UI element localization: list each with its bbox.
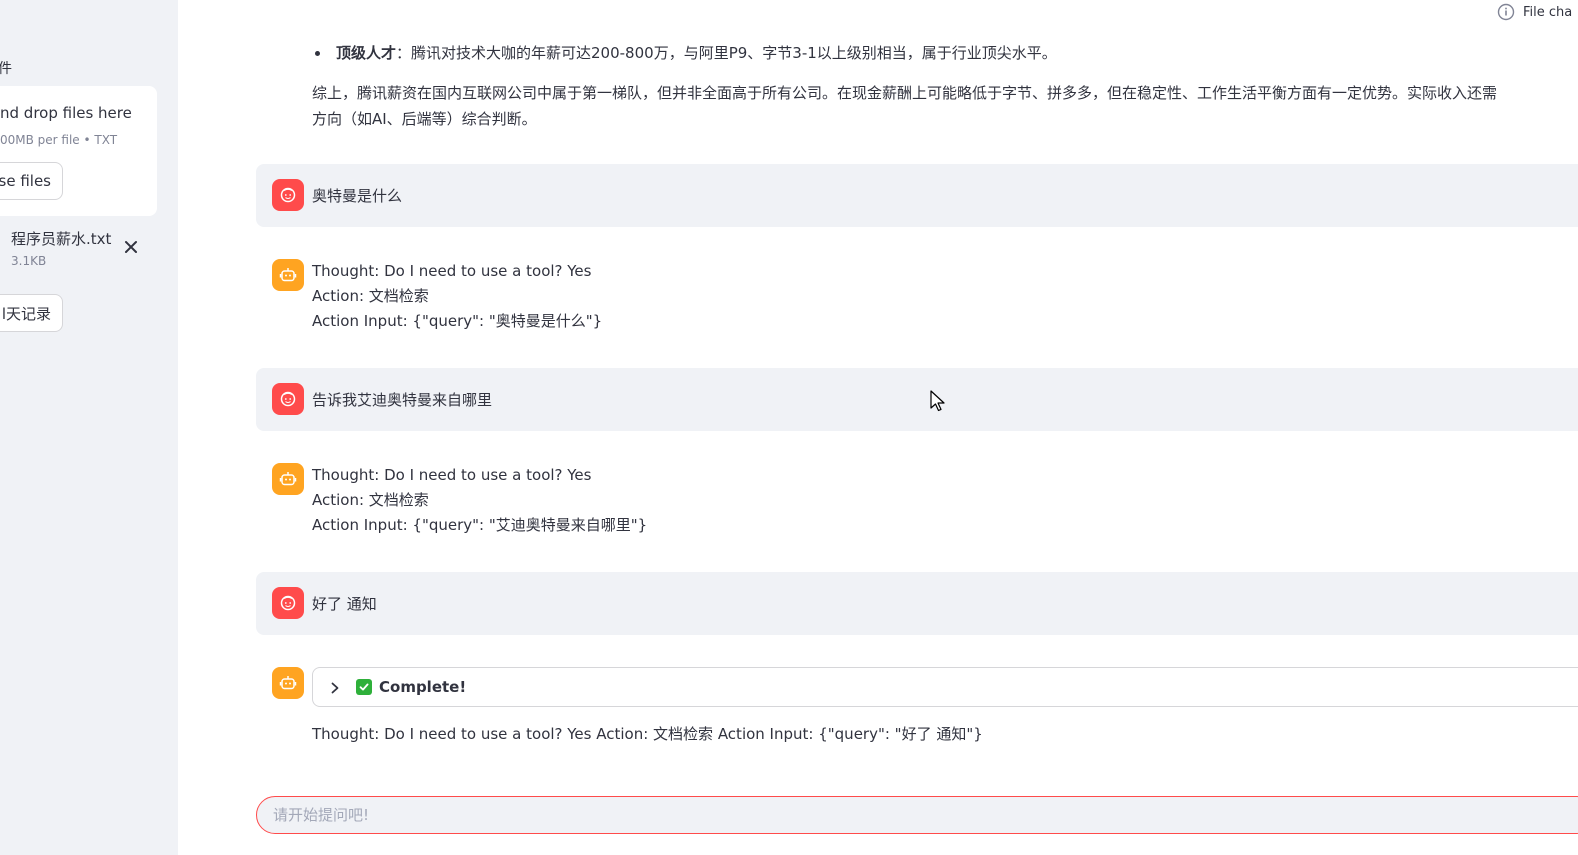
- dropzone-title: nd drop files here: [0, 104, 132, 122]
- clear-history-button[interactable]: l天记录: [0, 294, 63, 332]
- assistant-avatar-icon: [272, 667, 304, 699]
- assistant-avatar-icon: [272, 463, 304, 495]
- file-change-text: File cha: [1523, 4, 1573, 20]
- close-icon[interactable]: [122, 238, 140, 256]
- assistant-message: Thought: Do I need to use a tool? Yes Ac…: [312, 463, 647, 538]
- uploader-label: 件: [0, 61, 12, 77]
- file-change-status[interactable]: File cha: [1497, 3, 1572, 21]
- message-line: Action: 文档检索: [312, 491, 429, 509]
- chat-input-box[interactable]: [256, 796, 1578, 834]
- message-line: Thought: Do I need to use a tool? Yes: [312, 466, 592, 484]
- user-message: 奥特曼是什么: [256, 164, 1578, 227]
- expander-label: Complete!: [379, 678, 467, 696]
- status-expander[interactable]: Complete!: [312, 667, 1578, 707]
- user-message: 告诉我艾迪奥特曼来自哪里: [256, 368, 1578, 431]
- message-text: 好了 通知: [312, 595, 377, 613]
- bullet-bold: 顶级人才: [336, 44, 397, 62]
- summary-text: 综上，腾讯薪资在国内互联网公司中属于第一梯队，但并非全面高于所有公司。在现金薪酬…: [312, 80, 1578, 132]
- summary-line: 综上，腾讯薪资在国内互联网公司中属于第一梯队，但并非全面高于所有公司。在现金薪酬…: [312, 84, 1498, 102]
- dropzone-limits: 00MB per file • TXT: [0, 133, 118, 147]
- list-item: 顶级人才：腾讯对技术大咖的年薪可达200-800万，与阿里P9、字节3-1以上级…: [312, 40, 1578, 66]
- user-message: 好了 通知: [256, 572, 1578, 635]
- uploaded-file: 程序员薪水.txt 3.1KB: [11, 226, 166, 270]
- message-text: 告诉我艾迪奥特曼来自哪里: [312, 391, 493, 409]
- previous-answer: 顶级人才：腾讯对技术大咖的年薪可达200-800万，与阿里P9、字节3-1以上级…: [312, 40, 1578, 132]
- info-icon: [1497, 3, 1515, 21]
- browse-files-button[interactable]: vse files: [0, 162, 63, 200]
- check-icon: [356, 679, 372, 695]
- message-line: Action Input: {"query": "奥特曼是什么"}: [312, 312, 603, 330]
- chevron-right-icon: [331, 682, 339, 694]
- assistant-message: Thought: Do I need to use a tool? Yes Ac…: [312, 259, 602, 334]
- user-avatar-icon: [272, 587, 304, 619]
- file-name: 程序员薪水.txt: [11, 230, 112, 248]
- sidebar: 件 nd drop files here 00MB per file • TXT…: [0, 0, 178, 855]
- assistant-avatar-icon: [272, 259, 304, 291]
- summary-line: 方向（如AI、后端等）综合判断。: [312, 110, 537, 128]
- mouse-cursor-icon: [930, 390, 945, 412]
- message-text: Thought: Do I need to use a tool? Yes Ac…: [312, 725, 983, 743]
- message-text: 奥特曼是什么: [312, 187, 403, 205]
- message-line: Action Input: {"query": "艾迪奥特曼来自哪里"}: [312, 516, 648, 534]
- file-size: 3.1KB: [11, 254, 47, 268]
- chat-input[interactable]: [273, 797, 1473, 833]
- message-line: Action: 文档检索: [312, 287, 429, 305]
- user-avatar-icon: [272, 383, 304, 415]
- user-avatar-icon: [272, 179, 304, 211]
- message-line: Thought: Do I need to use a tool? Yes: [312, 262, 592, 280]
- bullet-text: ：腾讯对技术大咖的年薪可达200-800万，与阿里P9、字节3-1以上级别相当，…: [396, 44, 1057, 62]
